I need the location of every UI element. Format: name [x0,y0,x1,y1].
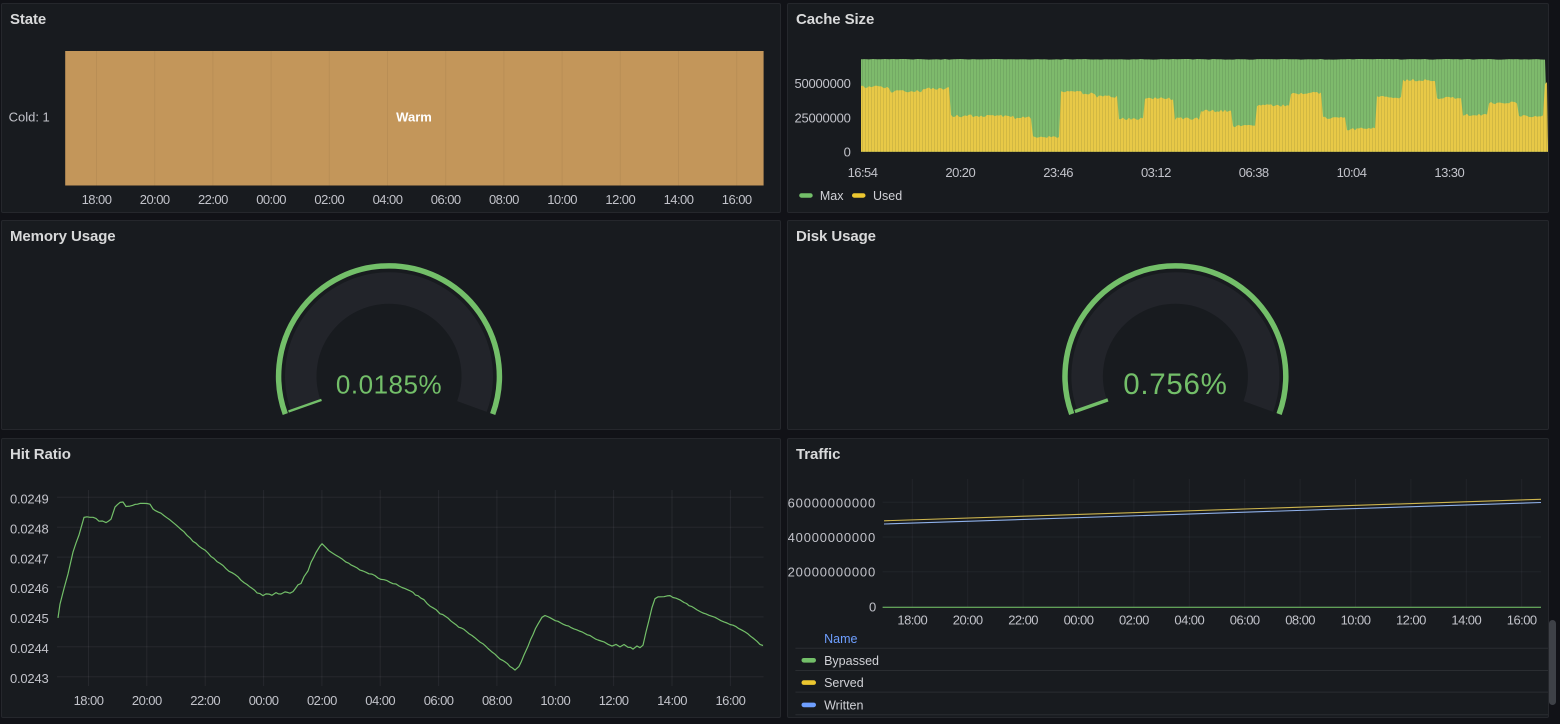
svg-text:14:00: 14:00 [664,192,694,207]
svg-text:00:00: 00:00 [1064,613,1094,628]
svg-text:06:00: 06:00 [424,693,454,708]
svg-text:12:00: 12:00 [599,693,629,708]
svg-text:Max: Max [820,189,844,203]
svg-text:12:00: 12:00 [1396,613,1426,628]
svg-text:10:00: 10:00 [540,693,570,708]
svg-text:Served: Served [824,676,864,690]
svg-text:0.0246: 0.0246 [10,581,49,596]
svg-text:02:00: 02:00 [314,192,344,207]
svg-text:06:38: 06:38 [1239,165,1269,180]
svg-text:03:12: 03:12 [1141,165,1171,180]
svg-text:20:00: 20:00 [140,192,170,207]
svg-text:0.0245: 0.0245 [10,611,49,626]
svg-text:23:46: 23:46 [1043,165,1073,180]
svg-text:08:00: 08:00 [482,693,512,708]
svg-text:0: 0 [869,599,876,614]
svg-text:Cold: 1: Cold: 1 [9,110,50,125]
svg-text:0: 0 [844,145,851,160]
svg-text:0.756%: 0.756% [1123,368,1227,401]
svg-text:40000000000: 40000000000 [788,530,876,545]
svg-text:18:00: 18:00 [74,693,104,708]
svg-text:20:20: 20:20 [945,165,975,180]
svg-text:0.0243: 0.0243 [10,671,49,686]
svg-text:02:00: 02:00 [307,693,337,708]
svg-text:0.0247: 0.0247 [10,551,49,566]
svg-text:08:00: 08:00 [489,192,519,207]
svg-text:14:00: 14:00 [657,693,687,708]
svg-text:10:04: 10:04 [1337,165,1367,180]
svg-text:00:00: 00:00 [256,192,286,207]
svg-text:0.0249: 0.0249 [10,492,49,507]
svg-text:22:00: 22:00 [198,192,228,207]
svg-text:06:00: 06:00 [431,192,461,207]
svg-text:25000000: 25000000 [794,110,850,125]
svg-text:16:00: 16:00 [722,192,752,207]
svg-text:Used: Used [873,189,902,203]
svg-text:10:00: 10:00 [1341,613,1371,628]
svg-text:0.0244: 0.0244 [10,641,49,656]
svg-text:60000000000: 60000000000 [788,495,876,510]
svg-text:Name: Name [824,632,857,646]
svg-text:Warm: Warm [396,110,432,125]
svg-text:16:00: 16:00 [1507,613,1537,628]
svg-text:18:00: 18:00 [897,613,927,628]
svg-text:Written: Written [824,699,863,713]
svg-text:22:00: 22:00 [1008,613,1038,628]
svg-text:20000000000: 20000000000 [788,565,876,580]
svg-text:16:00: 16:00 [716,693,746,708]
svg-text:16:54: 16:54 [848,165,878,180]
svg-text:02:00: 02:00 [1119,613,1149,628]
svg-text:18:00: 18:00 [82,192,112,207]
svg-text:00:00: 00:00 [249,693,279,708]
svg-text:20:00: 20:00 [132,693,162,708]
svg-text:04:00: 04:00 [365,693,395,708]
svg-text:13:30: 13:30 [1434,165,1464,180]
svg-text:0.0185%: 0.0185% [336,370,442,400]
svg-text:06:00: 06:00 [1230,613,1260,628]
svg-text:12:00: 12:00 [605,192,635,207]
svg-text:Bypassed: Bypassed [824,654,879,668]
svg-text:10:00: 10:00 [547,192,577,207]
svg-text:50000000: 50000000 [794,76,850,91]
svg-text:22:00: 22:00 [190,693,220,708]
svg-text:20:00: 20:00 [953,613,983,628]
svg-text:08:00: 08:00 [1285,613,1315,628]
svg-text:14:00: 14:00 [1451,613,1481,628]
svg-text:04:00: 04:00 [1174,613,1204,628]
svg-text:04:00: 04:00 [373,192,403,207]
svg-text:0.0248: 0.0248 [10,521,49,536]
